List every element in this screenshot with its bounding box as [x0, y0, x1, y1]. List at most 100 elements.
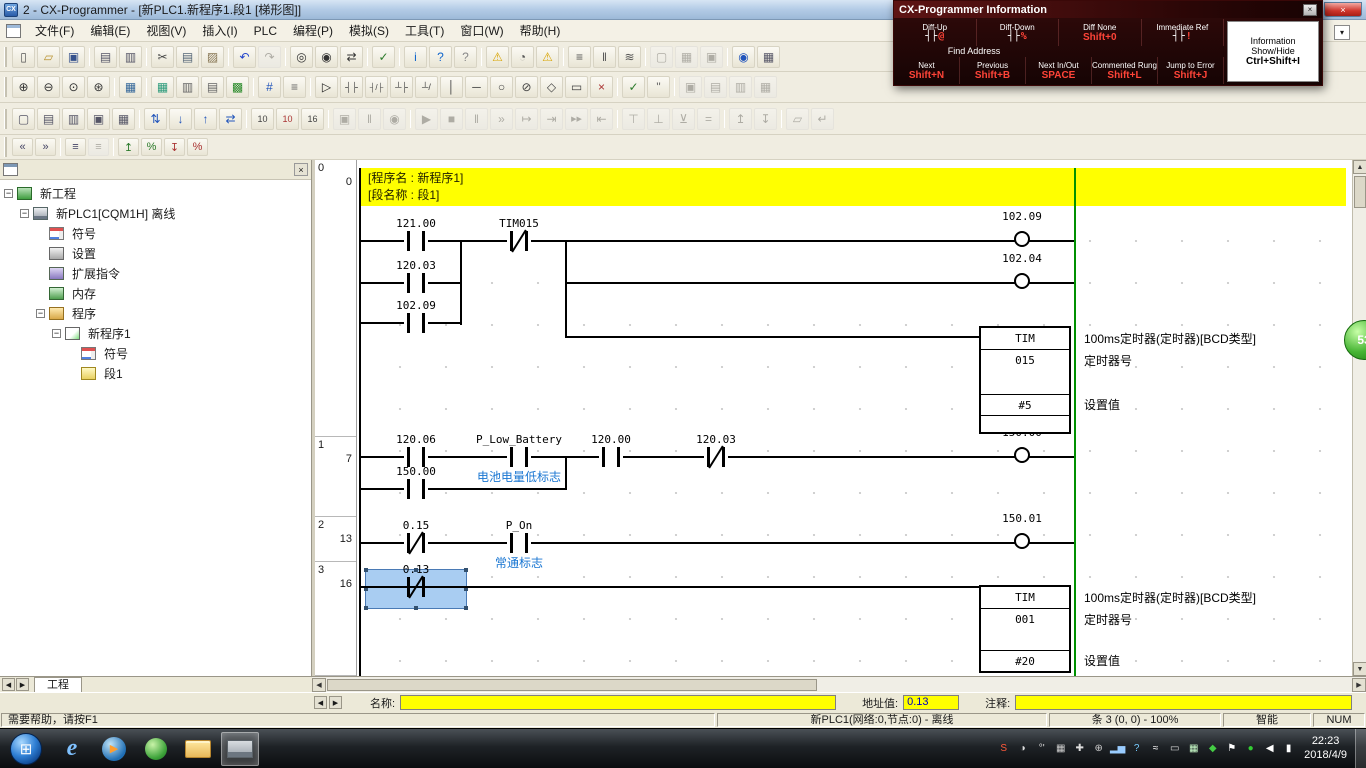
compare-with-plc-icon[interactable]: ⇄	[219, 108, 242, 130]
tile-vertical-icon[interactable]: ▥	[62, 108, 85, 130]
tree-expander-icon[interactable]: −	[20, 209, 29, 218]
ladder-contact-nc[interactable]: 0.13	[404, 577, 428, 597]
ladder-contact[interactable]: P_Low_Battery电池电量低标志	[507, 447, 531, 467]
tree-expander-icon[interactable]: −	[52, 329, 61, 338]
new-closed-contact-icon[interactable]: ┤/├	[365, 76, 388, 98]
copy-icon[interactable]: ▤	[176, 46, 199, 68]
download-to-plc-icon[interactable]: ↓	[169, 108, 192, 130]
wifi-icon[interactable]: ≈	[1147, 740, 1164, 758]
pause-output-icon[interactable]: ‖	[593, 46, 616, 68]
scroll-left-icon[interactable]: ◀	[312, 678, 326, 692]
volume-icon[interactable]: ◀	[1261, 740, 1278, 758]
monitor-down-icon[interactable]: ↧	[164, 138, 185, 156]
ime-icon[interactable]: °'	[1033, 740, 1050, 758]
force-off-icon[interactable]: ⊥	[647, 108, 670, 130]
ie-taskbar-icon[interactable]: e	[53, 732, 91, 766]
cross-reference-icon[interactable]: ≋	[618, 46, 641, 68]
scan-run-icon[interactable]: ▶▶	[565, 108, 588, 130]
ladder-coil[interactable]: 102.09	[1014, 231, 1030, 247]
stop-icon[interactable]: ■	[440, 108, 463, 130]
ladder-contact[interactable]: P_On常通标志	[507, 533, 531, 553]
tree-item-settings[interactable]: 设置	[0, 243, 311, 263]
chart-icon[interactable]: ▂▅	[1109, 740, 1126, 758]
show-desktop-button[interactable]	[1355, 729, 1366, 768]
night-mode-icon[interactable]: ◑	[1014, 740, 1031, 758]
help-tray-icon[interactable]: ?	[1128, 740, 1145, 758]
network-icon[interactable]: ◉	[732, 46, 755, 68]
hex-display-icon[interactable]: 16	[301, 108, 324, 130]
prev-window-tab-icon[interactable]: ◀	[314, 696, 327, 709]
scroll-right-icon[interactable]: ▶	[1352, 678, 1366, 692]
force-on-icon[interactable]: ⊤	[622, 108, 645, 130]
cascade-windows-icon[interactable]: ▢	[650, 46, 673, 68]
flag-icon[interactable]: ⚑	[1223, 740, 1240, 758]
tree-expander-icon[interactable]: −	[4, 189, 13, 198]
differential-down-icon[interactable]: ↧	[754, 108, 777, 130]
workspace-close-icon[interactable]: ×	[294, 163, 308, 176]
ladder-coil[interactable]: 150.00	[1014, 447, 1030, 463]
context-help-icon[interactable]: ?	[454, 46, 477, 68]
ladder-canvas[interactable]: [程序名 : 新程序1] [段名称 : 段1] 121.00TIM015120.…	[357, 160, 1352, 676]
grid-toggle-icon[interactable]: ▦	[119, 76, 142, 98]
arrange-icons-icon[interactable]: ▣	[700, 46, 723, 68]
start-button[interactable]: ⊞	[10, 733, 42, 765]
st-editor-icon[interactable]: ▤	[704, 76, 727, 98]
indent-icon[interactable]: »	[35, 138, 56, 156]
menu-item-4[interactable]: PLC	[246, 22, 285, 40]
display-icon[interactable]: ▭	[1166, 740, 1183, 758]
new-pls-icon[interactable]: ◇	[540, 76, 563, 98]
timer-block[interactable]: TIM015#5	[979, 326, 1071, 434]
ladder-contact-nc[interactable]: 0.15	[404, 533, 428, 553]
block-program-icon[interactable]: ▦	[754, 76, 777, 98]
toolbar-grip[interactable]	[4, 47, 7, 67]
tree-item-section1[interactable]: 段1	[0, 363, 311, 383]
ladder-contact-nc[interactable]: TIM015	[507, 231, 531, 251]
tree-item-memory[interactable]: 内存	[0, 283, 311, 303]
tree-item-programs[interactable]: −程序	[0, 303, 311, 323]
work-online-icon[interactable]: ⇅	[144, 108, 167, 130]
watch-window-icon[interactable]: ◔	[511, 46, 534, 68]
vertical-scroll-thumb[interactable]	[1354, 176, 1366, 208]
pause-run-icon[interactable]: ‖	[465, 108, 488, 130]
horizontal-line-icon[interactable]: ─	[465, 76, 488, 98]
function-block-icon[interactable]: ▣	[679, 76, 702, 98]
ladder-contact[interactable]: 120.03	[404, 273, 428, 293]
decimal-display-icon[interactable]: 10	[251, 108, 274, 130]
differential-monitor-icon[interactable]: ◉	[383, 108, 406, 130]
sfc-editor-icon[interactable]: ▥	[729, 76, 752, 98]
open-file-icon[interactable]: ▱	[37, 46, 60, 68]
cascade-icon[interactable]: ▢	[12, 108, 35, 130]
tile-windows-icon[interactable]: ▦	[675, 46, 698, 68]
menu-item-3[interactable]: 插入(I)	[194, 20, 245, 41]
scroll-down-icon[interactable]: ▼	[1353, 662, 1366, 676]
set-value-icon[interactable]: =	[697, 108, 720, 130]
horizontal-scroll-thumb[interactable]	[327, 679, 817, 691]
ladder-contact[interactable]: 120.00	[599, 447, 623, 467]
new-instruction-icon[interactable]: ▭	[565, 76, 588, 98]
menu-item-6[interactable]: 模拟(S)	[341, 20, 397, 41]
reset-run-icon[interactable]: ⇤	[590, 108, 613, 130]
io-comment-icon[interactable]: ▥	[176, 76, 199, 98]
ladder-coil[interactable]: 150.01	[1014, 533, 1030, 549]
ladder-contact-nc[interactable]: 120.03	[704, 447, 728, 467]
monitor-down-percent-icon[interactable]: %	[187, 138, 208, 156]
about-icon[interactable]: i	[404, 46, 427, 68]
new-contact-icon[interactable]: ┤├	[340, 76, 363, 98]
signed-decimal-display-icon[interactable]: 10	[276, 108, 299, 130]
ladder-contact[interactable]: 150.00	[404, 479, 428, 499]
zoom-reset-icon[interactable]: ⊙	[62, 76, 85, 98]
ladder-coil[interactable]: 102.04	[1014, 273, 1030, 289]
monitor-up-percent-icon[interactable]: %	[141, 138, 162, 156]
search-options-icon[interactable]: ⇄	[340, 46, 363, 68]
differential-up-icon[interactable]: ↥	[729, 108, 752, 130]
tree-item-plc[interactable]: −新PLC1[CQM1H] 离线	[0, 203, 311, 223]
align-list-alt-icon[interactable]: ≡	[88, 138, 109, 156]
cx-programmer-taskbar-icon[interactable]	[221, 732, 259, 766]
menu-item-0[interactable]: 文件(F)	[27, 20, 82, 41]
continuous-step-icon[interactable]: ⇥	[540, 108, 563, 130]
toolbar-grip[interactable]	[4, 137, 7, 157]
monitor-mode-icon[interactable]: ▣	[333, 108, 356, 130]
sogou-icon[interactable]: S	[995, 740, 1012, 758]
symbol-table-icon[interactable]: ▦	[151, 76, 174, 98]
print-preview-icon[interactable]: ▥	[119, 46, 142, 68]
